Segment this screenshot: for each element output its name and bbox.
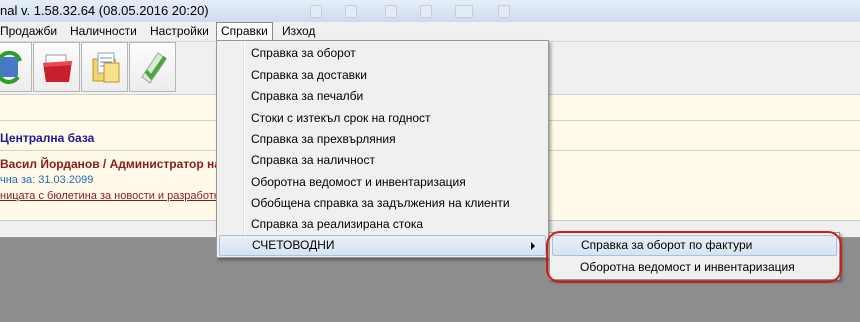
menu-item-availability[interactable]: Справка за наличност	[219, 150, 546, 171]
refresh-button[interactable]	[0, 42, 32, 92]
menu-item-realized-goods[interactable]: Справка за реализирана стока	[219, 214, 546, 235]
menu-item-inventory-sheet[interactable]: Оборотна ведомост и инвентаризация	[219, 172, 546, 193]
database-name: Централна база	[0, 131, 95, 145]
menu-settings[interactable]: Настройки	[146, 23, 213, 39]
submenu-item-inventory-sheet[interactable]: Оборотна ведомост и инвентаризация	[552, 257, 837, 278]
newsletter-link[interactable]: ницата с бюлетина за новости и разработк	[0, 190, 219, 202]
menu-item-accounting-label: СЧЕТОВОДНИ	[252, 238, 335, 252]
user-info: Васил Йорданов / Администратор на	[0, 157, 221, 171]
titlebar-decoration	[345, 5, 357, 18]
sales-folder-button[interactable]	[33, 42, 80, 92]
menu-item-turnover[interactable]: Справка за оборот	[219, 43, 546, 64]
menu-item-expired-goods[interactable]: Стоки с изтекъл срок на годност	[219, 108, 546, 129]
titlebar-decoration	[420, 5, 432, 18]
titlebar-decoration	[310, 5, 322, 18]
titlebar-decoration	[455, 5, 473, 18]
title-bar: nal v. 1.58.32.64 (08.05.2016 20:20)	[0, 0, 860, 23]
submenu-arrow-icon	[531, 242, 535, 250]
menu-item-client-liabilities[interactable]: Обобщена справка за задължения на клиент…	[219, 193, 546, 214]
license-validity: чна за: 31.03.2099	[0, 174, 94, 186]
menu-item-transfers[interactable]: Справка за прехвърляния	[219, 129, 546, 150]
reports-menu: Справка за оборот Справка за доставки Сп…	[216, 40, 549, 258]
checklist-button[interactable]	[129, 42, 176, 92]
folder-documents-icon	[92, 52, 120, 83]
menu-sales[interactable]: Продажби	[0, 23, 61, 39]
checklist-icon	[141, 52, 167, 84]
folder-red-icon	[43, 54, 72, 82]
menu-exit[interactable]: Изход	[278, 23, 319, 39]
documents-folder-button[interactable]	[81, 42, 128, 92]
menu-item-deliveries[interactable]: Справка за доставки	[219, 65, 546, 86]
menu-bar: Продажби Наличности Настройки Справки Из…	[0, 22, 860, 42]
window-title: nal v. 1.58.32.64 (08.05.2016 20:20)	[0, 3, 209, 18]
menu-item-profits[interactable]: Справка за печалби	[219, 86, 546, 107]
titlebar-decoration	[385, 5, 397, 18]
accounting-submenu: Справка за оборот по фактури Оборотна ве…	[549, 232, 840, 280]
titlebar-decoration	[498, 5, 510, 18]
menu-stock[interactable]: Наличности	[66, 23, 141, 39]
menu-reports[interactable]: Справки	[216, 22, 273, 41]
refresh-icon	[0, 51, 22, 84]
menu-item-accounting[interactable]: СЧЕТОВОДНИ	[219, 235, 546, 256]
submenu-item-invoice-turnover[interactable]: Справка за оборот по фактури	[552, 235, 837, 256]
